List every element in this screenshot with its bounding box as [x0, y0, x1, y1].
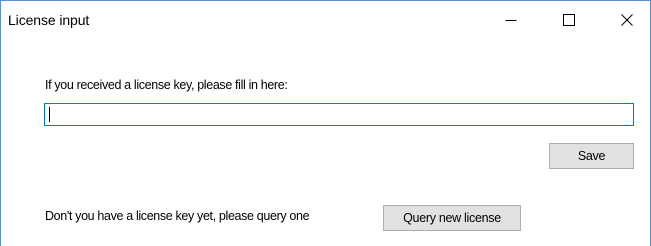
window-title: License input — [8, 12, 90, 28]
maximize-icon — [563, 14, 575, 26]
license-input-window: License input If you received a license … — [0, 0, 651, 246]
query-new-license-button[interactable]: Query new license — [383, 205, 521, 231]
license-key-prompt: If you received a license key, please fi… — [45, 78, 288, 92]
maximize-button[interactable] — [546, 1, 592, 39]
title-bar[interactable]: License input — [1, 1, 650, 39]
license-key-input[interactable] — [44, 103, 634, 126]
close-button[interactable] — [604, 1, 650, 39]
minimize-icon — [505, 14, 517, 26]
query-prompt: Don't you have a license key yet, please… — [45, 209, 310, 223]
close-icon — [621, 14, 633, 26]
save-button[interactable]: Save — [549, 143, 634, 169]
minimize-button[interactable] — [488, 1, 534, 39]
text-caret — [49, 107, 50, 122]
